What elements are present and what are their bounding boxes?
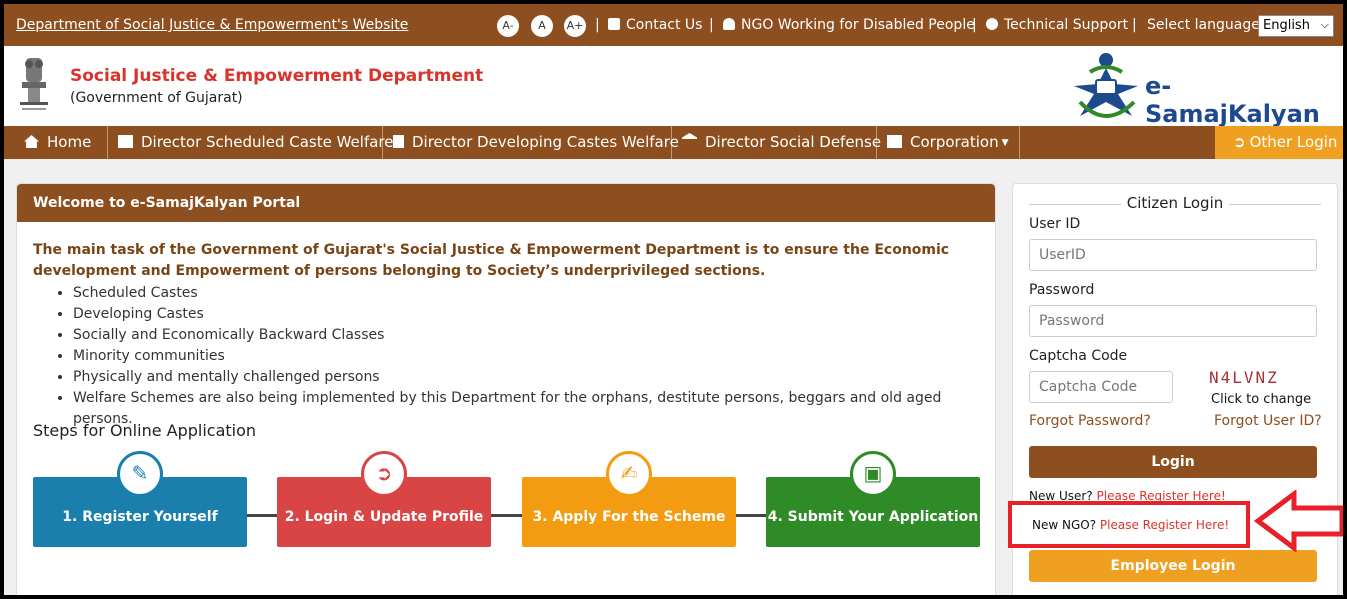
step-register[interactable]: ✎ 1. Register Yourself bbox=[33, 451, 247, 547]
employee-login-button[interactable]: Employee Login bbox=[1029, 550, 1317, 582]
step-connector bbox=[491, 514, 523, 517]
nav-home-label: Home bbox=[47, 133, 92, 151]
step-connector bbox=[247, 514, 279, 517]
other-login-button[interactable]: ➲ Other Login bbox=[1215, 126, 1343, 159]
nav-home[interactable]: Home bbox=[14, 126, 108, 159]
sign-in-icon: ➲ bbox=[1233, 133, 1246, 151]
list-item: Scheduled Castes bbox=[73, 283, 995, 304]
step-label: 2. Login & Update Profile bbox=[284, 509, 484, 525]
support-label: Technical Support bbox=[1004, 17, 1129, 33]
question-circle-icon bbox=[986, 18, 998, 30]
department-title: Social Justice & Empowerment Department bbox=[70, 66, 484, 86]
department-subtitle: (Government of Gujarat) bbox=[70, 90, 243, 106]
welcome-heading: Welcome to e-SamajKalyan Portal bbox=[17, 184, 995, 222]
nav-director-social-defense[interactable]: Director Social Defense bbox=[672, 126, 881, 159]
user-id-input[interactable]: UserID bbox=[1029, 239, 1317, 271]
ngo-link[interactable]: NGO Working for Disabled People bbox=[723, 17, 975, 33]
top-utility-bar: Department of Social Justice & Empowerme… bbox=[4, 4, 1343, 46]
list-item: Minority communities bbox=[73, 346, 995, 367]
separator: | bbox=[595, 17, 600, 33]
pencil-icon: ✎ bbox=[117, 451, 163, 497]
dept-website-link[interactable]: Department of Social Justice & Empowerme… bbox=[16, 17, 408, 33]
industry-icon bbox=[887, 135, 902, 148]
step-submit[interactable]: ▣ 4. Submit Your Application bbox=[766, 451, 980, 547]
captcha-refresh-hint[interactable]: Click to change bbox=[1211, 392, 1311, 407]
login-button[interactable]: Login bbox=[1029, 446, 1317, 478]
password-label: Password bbox=[1029, 282, 1095, 298]
step-label: 3. Apply For the Scheme bbox=[532, 509, 726, 525]
national-emblem-icon bbox=[20, 58, 48, 110]
home-icon bbox=[24, 135, 39, 148]
forgot-password-link[interactable]: Forgot Password? bbox=[1029, 413, 1151, 429]
font-normal-button[interactable]: A bbox=[531, 15, 553, 37]
step-apply[interactable]: ✍ 3. Apply For the Scheme bbox=[522, 451, 736, 547]
captcha-image[interactable]: N4LVNZ bbox=[1209, 368, 1279, 387]
login-title-text: Citizen Login bbox=[1120, 194, 1230, 212]
forgot-userid-link[interactable]: Forgot User ID? bbox=[1214, 413, 1322, 429]
separator: | bbox=[1132, 17, 1137, 33]
new-ngo-text: New NGO? Please Register Here! bbox=[1032, 518, 1229, 532]
page-frame: Department of Social Justice & Empowerme… bbox=[0, 0, 1347, 599]
support-link[interactable]: Technical Support bbox=[986, 17, 1128, 33]
language-select[interactable]: English ⌵ bbox=[1258, 15, 1334, 37]
list-item: Socially and Economically Backward Class… bbox=[73, 325, 995, 346]
font-increase-button[interactable]: A+ bbox=[564, 15, 586, 37]
ngo-label: NGO Working for Disabled People bbox=[741, 17, 975, 33]
institution-icon bbox=[682, 133, 697, 139]
site-header: Social Justice & Empowerment Department … bbox=[4, 46, 1343, 128]
caret-down-icon: ▼ bbox=[1001, 138, 1009, 148]
nav-label: Corporation bbox=[910, 133, 999, 151]
steps-title: Steps for Online Application bbox=[33, 421, 257, 440]
chevron-down-icon: ⌵ bbox=[1320, 18, 1329, 31]
step-login-update[interactable]: ➲ 2. Login & Update Profile bbox=[277, 451, 491, 547]
nav-label: Director Scheduled Caste Welfare bbox=[141, 133, 394, 151]
password-input[interactable]: Password bbox=[1029, 305, 1317, 337]
new-ngo-prefix: New NGO? bbox=[1032, 518, 1097, 532]
login-title: Citizen Login bbox=[1013, 194, 1337, 212]
nav-label: Director Social Defense bbox=[705, 133, 882, 151]
intro-text: The main task of the Government of Gujar… bbox=[33, 242, 950, 279]
captcha-input[interactable]: Captcha Code bbox=[1029, 371, 1173, 403]
separator: | bbox=[709, 17, 714, 33]
new-ngo-register-link[interactable]: Please Register Here! bbox=[1100, 518, 1229, 532]
user-icon bbox=[723, 18, 735, 30]
left-arrow-icon bbox=[1254, 490, 1343, 552]
nav-corporation-dropdown[interactable]: Corporation ▼ bbox=[877, 126, 1020, 159]
step-connector bbox=[735, 514, 767, 517]
beneficiary-list: Scheduled Castes Developing Castes Socia… bbox=[73, 283, 995, 430]
save-icon: ▣ bbox=[850, 451, 896, 497]
contact-link[interactable]: Contact Us bbox=[608, 17, 702, 33]
nav-director-scheduled-caste[interactable]: Director Scheduled Caste Welfare bbox=[108, 126, 394, 159]
sign-in-icon: ➲ bbox=[361, 451, 407, 497]
select-language-label: Select language bbox=[1147, 17, 1260, 33]
language-value: English bbox=[1263, 18, 1310, 33]
building-icon bbox=[393, 135, 404, 148]
nav-label: Director Developing Castes Welfare bbox=[412, 133, 679, 151]
separator: | bbox=[972, 17, 977, 33]
welcome-panel: Welcome to e-SamajKalyan Portal The main… bbox=[16, 183, 996, 595]
other-login-label: Other Login bbox=[1249, 133, 1338, 151]
edit-icon: ✍ bbox=[606, 451, 652, 497]
user-id-label: User ID bbox=[1029, 216, 1081, 232]
step-label: 4. Submit Your Application bbox=[767, 509, 979, 525]
list-item: Developing Castes bbox=[73, 304, 995, 325]
contact-card-icon bbox=[608, 18, 620, 30]
captcha-label: Captcha Code bbox=[1029, 348, 1128, 364]
main-navigation: Home Director Scheduled Caste Welfare Di… bbox=[4, 126, 1343, 159]
building-icon bbox=[118, 135, 133, 148]
list-item: Physically and mentally challenged perso… bbox=[73, 367, 995, 388]
contact-label: Contact Us bbox=[626, 17, 703, 33]
font-decrease-button[interactable]: A- bbox=[497, 15, 519, 37]
logo-text: e-SamajKalyan bbox=[1145, 72, 1320, 128]
nav-director-developing-castes[interactable]: Director Developing Castes Welfare bbox=[383, 126, 679, 159]
step-label: 1. Register Yourself bbox=[62, 509, 218, 525]
